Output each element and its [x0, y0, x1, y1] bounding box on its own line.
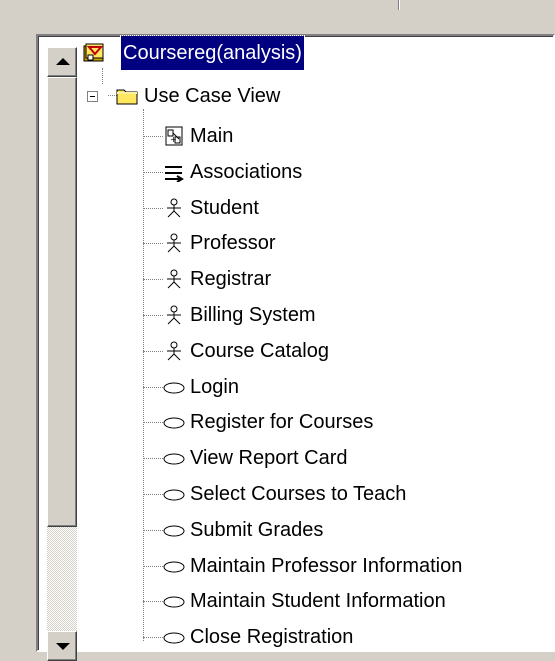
svg-text:+: +	[170, 135, 177, 144]
tree-connector	[143, 279, 163, 281]
tree-connector	[143, 601, 163, 603]
arrow-up-icon	[56, 58, 70, 65]
tree-node-label: Register for Courses	[190, 411, 374, 434]
tree-node-label: Billing System	[190, 304, 316, 326]
scroll-up-button[interactable]	[47, 47, 77, 77]
tree-node-label: Course Catalog	[190, 339, 329, 362]
actor-icon	[167, 233, 181, 253]
collapse-toggle[interactable]	[87, 91, 98, 102]
use-case-icon	[163, 561, 185, 573]
folder-icon	[116, 89, 138, 105]
top-toolbar-strip	[0, 0, 555, 10]
tree-node-label: Maintain Professor Information	[190, 554, 463, 577]
use-case-icon	[163, 632, 185, 644]
actor-icon	[167, 198, 181, 217]
tree-node-label: Student	[190, 196, 259, 219]
tree-node-label: Maintain Student Information	[190, 590, 446, 613]
tree-connector	[143, 637, 163, 639]
tree-connector	[102, 68, 103, 84]
use-case-icon	[163, 596, 185, 608]
tree-connector	[143, 207, 163, 209]
tree-node-label: Professor	[190, 232, 276, 255]
tree-connector	[143, 315, 163, 316]
arrow-down-icon	[56, 643, 70, 650]
tree-connector	[143, 386, 163, 388]
scroll-down-button[interactable]	[47, 631, 77, 661]
use-case-icon	[163, 489, 185, 501]
use-case-icon	[163, 453, 185, 465]
model-icon	[83, 43, 104, 62]
use-case-icon	[163, 525, 185, 537]
tree-node-label: Login	[190, 375, 239, 398]
associations-icon	[165, 165, 184, 182]
tree-connector	[143, 109, 144, 641]
scroll-thumb[interactable]	[47, 77, 77, 527]
actor-icon	[167, 269, 181, 289]
tree-connector	[143, 458, 163, 460]
model-tree: Coursereg(analysis) Use Case View + Main A…	[80, 35, 550, 652]
diagram-icon: +	[165, 126, 183, 146]
tree-node-label: Coursereg(analysis)	[120, 35, 305, 71]
tree-connector	[143, 494, 163, 495]
actor-icon	[167, 341, 181, 361]
tree-connector	[143, 565, 163, 567]
tree-node-label: Use Case View	[144, 85, 281, 107]
tree-connector	[143, 422, 163, 424]
vertical-scrollbar[interactable]	[47, 47, 77, 661]
tree-connector	[143, 171, 163, 173]
tree-node-label: Close Registration	[190, 626, 354, 649]
tree-node-label: Main	[190, 125, 234, 147]
tree-connector	[143, 350, 163, 352]
tree-node-label: Associations	[190, 160, 303, 183]
actor-icon	[167, 305, 181, 325]
tree-node-label: Select Courses to Teach	[190, 483, 407, 505]
divider	[399, 0, 400, 10]
tree-node-label: Submit Grades	[190, 518, 324, 541]
tree-connector	[143, 243, 163, 245]
tree-node-label: View Report Card	[190, 447, 348, 470]
use-case-icon	[163, 417, 185, 429]
tree-node-label: Registrar	[190, 268, 272, 291]
tree-connector	[143, 136, 163, 137]
tree-connector	[143, 529, 163, 531]
use-case-icon	[163, 382, 185, 394]
